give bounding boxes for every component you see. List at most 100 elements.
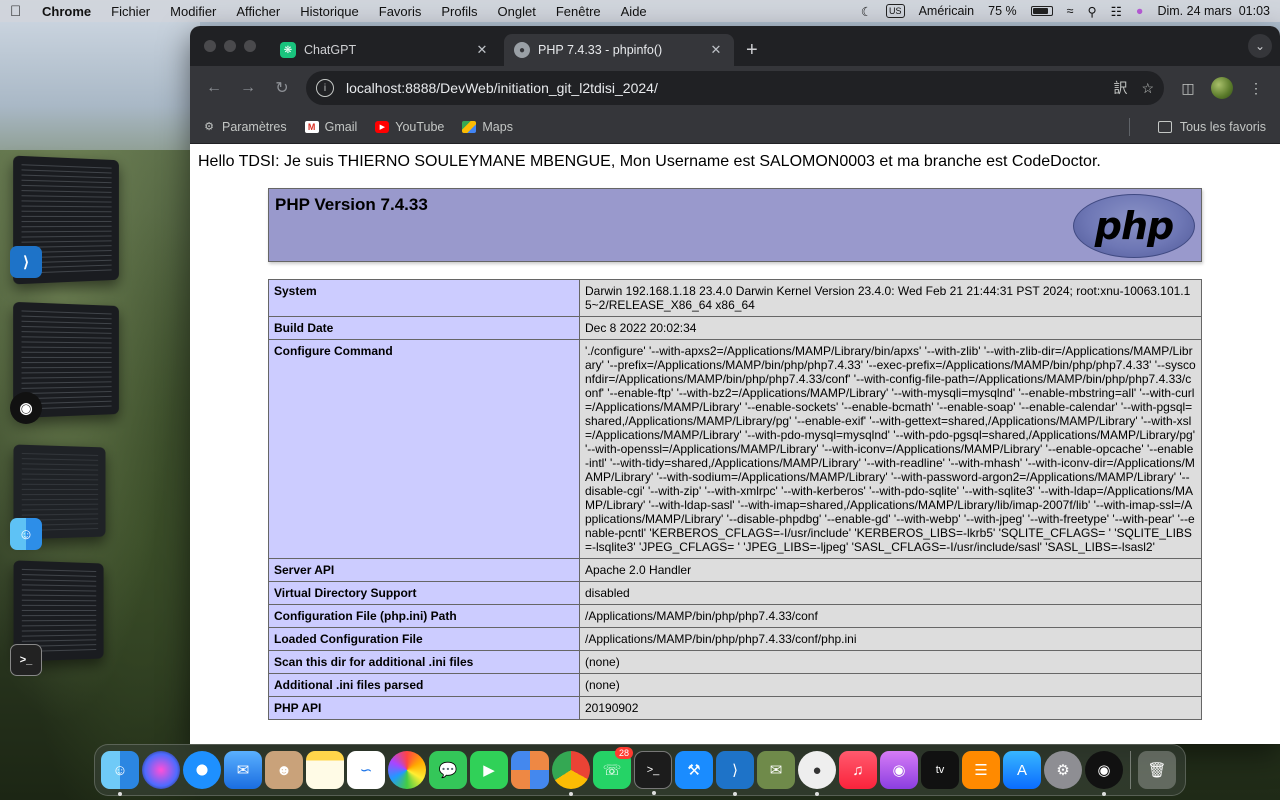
dock-contacts-icon[interactable]: ☻ <box>265 751 303 789</box>
minimize-window-button[interactable] <box>224 40 236 52</box>
bookmark-parametres[interactable]: ⚙ Paramètres <box>202 120 287 134</box>
moon-icon[interactable]: ☾ <box>861 4 872 19</box>
tab-phpinfo[interactable]: ● PHP 7.4.33 - phpinfo() ✕ <box>504 34 734 66</box>
tab-label: PHP 7.4.33 - phpinfo() <box>538 43 663 57</box>
phpinfo-value: Dec 8 2022 20:02:34 <box>579 316 1202 340</box>
dock-notes-icon[interactable] <box>306 751 344 789</box>
search-icon[interactable]: ⚲ <box>1088 4 1097 19</box>
keyboard-input-badge[interactable]: US <box>886 4 905 18</box>
terminal-icon: >_ <box>10 644 42 676</box>
maps-icon <box>462 120 477 133</box>
phpinfo-key: Build Date <box>268 316 580 340</box>
dock-siri-icon[interactable] <box>142 751 180 789</box>
dock-system-settings-icon[interactable]: ⚙ <box>1044 751 1082 789</box>
back-arrow-icon[interactable]: ← <box>200 74 228 102</box>
gmail-icon: M <box>304 120 319 133</box>
phpinfo-value: disabled <box>579 581 1202 605</box>
phpinfo-value: Apache 2.0 Handler <box>579 558 1202 582</box>
dock-mamp-icon[interactable]: ● <box>798 751 836 796</box>
dock-freeform-icon[interactable]: ∽ <box>347 751 385 789</box>
dock-finder-icon[interactable]: ☺ <box>101 751 139 796</box>
menu-item-fichier[interactable]: Fichier <box>111 4 150 19</box>
close-window-button[interactable] <box>204 40 216 52</box>
phpinfo-value: /Applications/MAMP/bin/php/php7.4.33/con… <box>579 604 1202 628</box>
dock-books-icon[interactable]: ☰ <box>962 751 1000 789</box>
menu-item-favoris[interactable]: Favoris <box>379 4 422 19</box>
bookmark-youtube[interactable]: ▶ YouTube <box>375 120 444 134</box>
dock-launchpad-icon[interactable] <box>511 751 549 789</box>
dock-mail-icon[interactable]: ✉ <box>224 751 262 789</box>
page-content: Hello TDSI: Je suis THIERNO SOULEYMANE M… <box>190 144 1280 744</box>
new-tab-button[interactable]: + <box>738 34 766 66</box>
battery-percent[interactable]: 75 % <box>988 4 1017 18</box>
battery-icon[interactable] <box>1030 6 1053 16</box>
php-logo[interactable]: php <box>1073 194 1195 258</box>
dock-trash-icon[interactable]: 🗑 <box>1138 751 1176 789</box>
dock-facetime-icon[interactable]: ▶ <box>470 751 508 789</box>
bookmark-gmail[interactable]: M Gmail <box>304 120 357 134</box>
dock-whatsapp-icon[interactable]: ☏ 28 <box>593 747 633 789</box>
tab-close-icon[interactable]: ✕ <box>708 42 724 58</box>
phpinfo-container: PHP Version 7.4.33 php System Darwin 192.… <box>268 188 1202 720</box>
dock-appstore-icon[interactable]: A <box>1003 751 1041 789</box>
menu-item-onglet[interactable]: Onglet <box>498 4 536 19</box>
apple-menu-icon[interactable]:  <box>10 3 24 20</box>
phpinfo-key: PHP API <box>268 696 580 720</box>
dock-xcode-icon[interactable]: ⚒ <box>675 751 713 789</box>
phpinfo-key: Server API <box>268 558 580 582</box>
menu-item-fenetre[interactable]: Fenêtre <box>556 4 601 19</box>
phpinfo-key: Configure Command <box>268 339 580 559</box>
all-bookmarks-button[interactable]: Tous les favoris <box>1157 110 1266 144</box>
bookmark-maps[interactable]: Maps <box>462 120 513 134</box>
translate-icon[interactable]: 訳 <box>1113 78 1127 98</box>
tab-search-chevron-icon[interactable]: ⌄ <box>1248 34 1272 58</box>
menu-item-aide[interactable]: Aide <box>621 4 647 19</box>
wifi-icon[interactable]: ≈ <box>1067 4 1074 18</box>
tab-label: ChatGPT <box>304 43 357 57</box>
hello-text: Hello TDSI: Je suis THIERNO SOULEYMANE M… <box>198 153 1101 170</box>
phpinfo-key: Virtual Directory Support <box>268 581 580 605</box>
siri-icon[interactable]: ● <box>1136 4 1144 18</box>
youtube-icon: ▶ <box>375 120 390 133</box>
elephant-icon: ● <box>514 42 530 58</box>
menu-item-afficher[interactable]: Afficher <box>236 4 280 19</box>
address-url[interactable]: localhost:8888/DevWeb/initiation_git_l2t… <box>346 80 1099 96</box>
dock-terminal-icon[interactable]: >_ <box>634 751 672 795</box>
dock-podcasts-icon[interactable]: ◉ <box>880 751 918 789</box>
browser-toolbar: ← → ↻ i localhost:8888/DevWeb/initiation… <box>190 66 1280 110</box>
menu-item-profils[interactable]: Profils <box>441 4 477 19</box>
dock-music-icon[interactable]: ♫ <box>839 751 877 789</box>
reload-icon[interactable]: ↻ <box>268 74 296 102</box>
address-bar[interactable]: i localhost:8888/DevWeb/initiation_git_l… <box>306 71 1164 105</box>
tab-strip: ❋ ChatGPT ✕ ● PHP 7.4.33 - phpinfo() ✕ +… <box>190 26 1280 66</box>
keyboard-layout-label[interactable]: Américain <box>919 4 975 18</box>
menu-app-name[interactable]: Chrome <box>42 4 91 19</box>
dock-chrome-icon[interactable] <box>552 751 590 796</box>
tab-chatgpt[interactable]: ❋ ChatGPT ✕ <box>270 34 500 66</box>
control-center-icon[interactable]: ☷ <box>1111 4 1122 19</box>
dock-safari-icon[interactable]: ✦ <box>183 751 221 789</box>
menu-item-modifier[interactable]: Modifier <box>170 4 216 19</box>
dock-appletv-icon[interactable]: tv <box>921 751 959 789</box>
dock-vscode-icon[interactable]: ⟩ <box>716 751 754 796</box>
site-info-icon[interactable]: i <box>316 79 334 97</box>
bookmarks-divider <box>1129 118 1130 136</box>
more-menu-icon[interactable]: ⋮ <box>1242 74 1270 102</box>
tab-close-icon[interactable]: ✕ <box>474 42 490 58</box>
phpinfo-row: Build Date Dec 8 2022 20:02:34 <box>268 316 1202 340</box>
dock-utility-icon[interactable]: ✉ <box>757 751 795 789</box>
zoom-window-button[interactable] <box>244 40 256 52</box>
phpinfo-value: './configure' '--with-apxs2=/Application… <box>579 339 1202 559</box>
dock-messages-icon[interactable]: 💬 <box>429 751 467 789</box>
dock-github-desktop-icon[interactable]: ◉ <box>1085 751 1123 796</box>
clock[interactable]: Dim. 24 mars 01:03 <box>1157 4 1270 18</box>
finder-icon: ☺ <box>10 518 42 550</box>
profile-avatar[interactable] <box>1208 74 1236 102</box>
menu-item-historique[interactable]: Historique <box>300 4 359 19</box>
window-controls <box>190 26 270 66</box>
bookmark-star-icon[interactable]: ☆ <box>1141 80 1154 97</box>
forward-arrow-icon[interactable]: → <box>234 74 262 102</box>
vscode-icon: ⟩ <box>10 246 42 278</box>
side-panel-icon[interactable]: ◫ <box>1174 74 1202 102</box>
dock-photos-icon[interactable] <box>388 751 426 789</box>
